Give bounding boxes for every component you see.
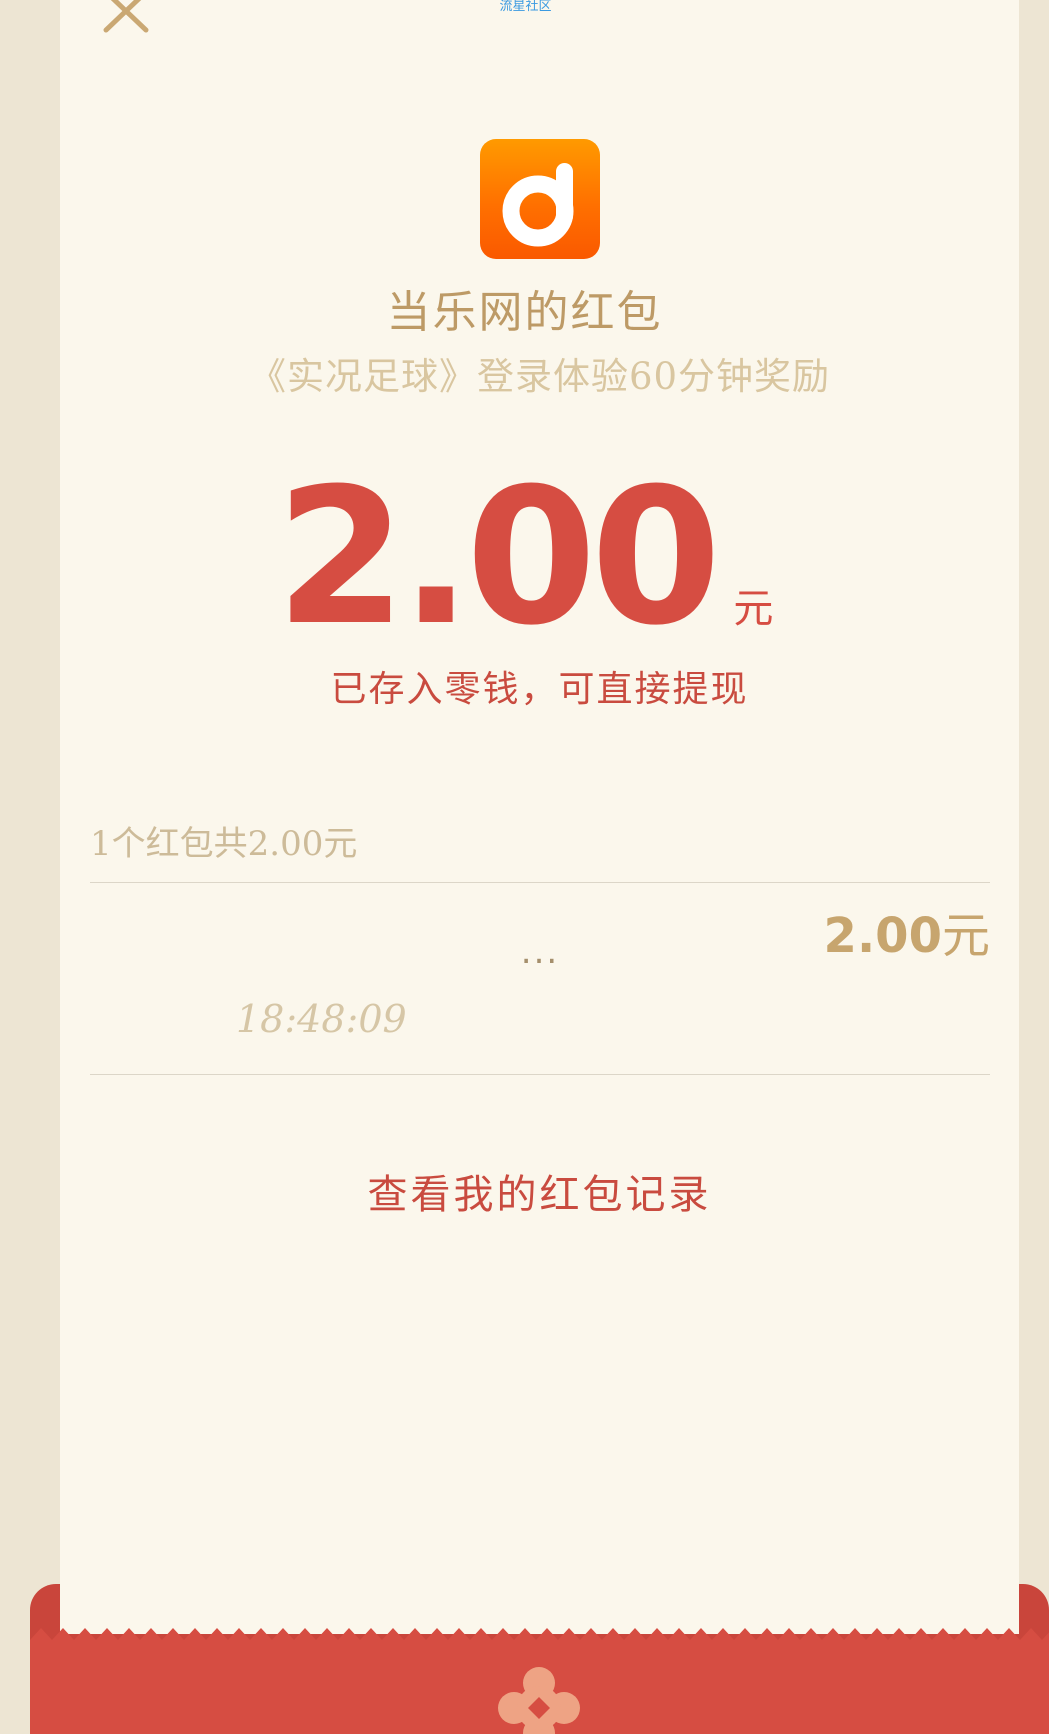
packet-subtitle: 《实况足球》登录体验60分钟奖励 — [248, 355, 831, 398]
watermark-text: 流星社区 — [499, 0, 552, 14]
divider-top — [90, 882, 990, 883]
envelope-flap — [30, 1584, 1049, 1734]
record-amount-value: 2.00 — [823, 908, 942, 964]
envelope-footer — [30, 1584, 1049, 1734]
record-time: 18:48:09 — [236, 997, 407, 1041]
close-button[interactable] — [100, 0, 156, 36]
record-amount-unit: 元 — [941, 908, 990, 964]
amount-unit: 元 — [733, 586, 774, 632]
recipient-name: ... — [520, 932, 560, 972]
record-amount: 2.00元 — [790, 906, 990, 966]
view-history-link[interactable]: 查看我的红包记录 — [0, 1164, 1049, 1226]
sender-name: 当乐网的红包 — [386, 287, 663, 338]
divider-bottom — [90, 1074, 990, 1075]
deposit-notice: 已存入零钱，可直接提现 — [330, 669, 749, 710]
packet-summary: 1个红包共2.00元 — [90, 824, 358, 864]
dangle-logo-icon — [502, 163, 574, 247]
amount-display: 2.00 元 — [0, 448, 1049, 667]
amount-value: 2.00 — [275, 448, 722, 667]
app-logo — [480, 139, 600, 259]
close-icon — [103, 0, 149, 33]
